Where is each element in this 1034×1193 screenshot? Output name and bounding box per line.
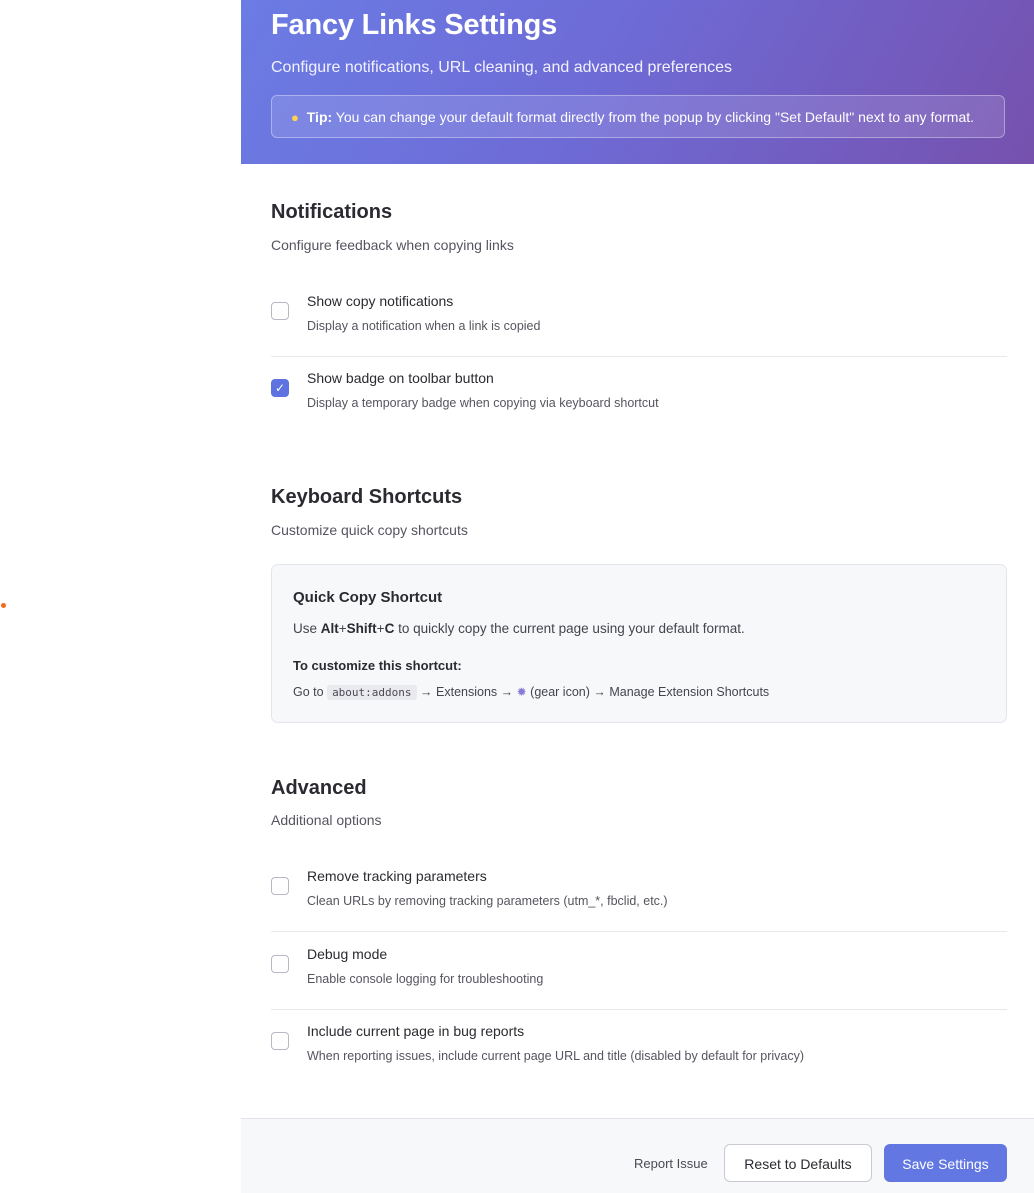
advanced-title: Advanced	[271, 777, 367, 799]
key-alt: Alt	[320, 621, 339, 636]
key-c: C	[384, 621, 395, 636]
option-show-copy-notifications[interactable]: Show copy notifications Display a notifi…	[271, 280, 1007, 357]
customize-title: To customize this shortcut:	[293, 658, 462, 673]
settings-footer: Report Issue Reset to Defaults Save Sett…	[241, 1118, 1034, 1193]
lightbulb-icon: ●	[291, 110, 299, 125]
path-prefix: Go to	[293, 685, 324, 699]
key-plus: +	[376, 621, 385, 636]
option-description: Display a temporary badge when copying v…	[307, 396, 659, 410]
usage-suffix: to quickly copy the current page using y…	[398, 621, 745, 636]
option-description: When reporting issues, include current p…	[307, 1049, 805, 1063]
settings-panel: Fancy Links Settings Configure notificat…	[241, 0, 1034, 1193]
path-step-shortcuts: (gear icon) → Manage Extension Shortcuts	[530, 685, 770, 699]
notifications-description: Configure feedback when copying links	[271, 237, 514, 253]
indicator-dot	[1, 603, 6, 608]
option-description: Enable console logging for troubleshooti…	[307, 972, 544, 986]
shortcuts-title: Keyboard Shortcuts	[271, 486, 463, 508]
option-description: Clean URLs by removing tracking paramete…	[307, 894, 668, 908]
report-issue-link[interactable]: Report Issue	[634, 1156, 708, 1171]
tip-text: You can change your default format direc…	[335, 109, 975, 125]
gear-icon: ✹	[516, 685, 527, 699]
key-plus: +	[338, 621, 347, 636]
show-copy-notifications-checkbox[interactable]	[271, 302, 289, 320]
quick-copy-shortcut-box: Quick Copy Shortcut Use Alt+Shift+C to q…	[271, 564, 1007, 723]
show-badge-checkbox[interactable]: ✓	[271, 379, 289, 397]
path-step-extensions: → Extensions →	[420, 685, 514, 699]
tip-banner: ● Tip: You can change your default forma…	[271, 95, 1005, 138]
about-addons-code: about:addons	[327, 685, 417, 700]
usage-prefix: Use	[293, 621, 318, 636]
save-settings-button[interactable]: Save Settings	[884, 1144, 1007, 1182]
option-label: Remove tracking parameters	[307, 868, 487, 884]
settings-header: Fancy Links Settings Configure notificat…	[241, 0, 1034, 164]
option-show-badge[interactable]: ✓ Show badge on toolbar button Display a…	[271, 357, 1007, 433]
reset-defaults-button[interactable]: Reset to Defaults	[724, 1144, 872, 1182]
shortcuts-description: Customize quick copy shortcuts	[271, 522, 468, 538]
notifications-title: Notifications	[271, 201, 393, 223]
advanced-description: Additional options	[271, 812, 382, 828]
customize-path: Go to about:addons → Extensions → ✹ (gea…	[293, 685, 770, 700]
option-include-page-bug-reports[interactable]: Include current page in bug reports When…	[271, 1010, 1007, 1086]
option-label: Show copy notifications	[307, 293, 454, 309]
options-page: Fancy Links Settings Configure notificat…	[0, 0, 1034, 1193]
remove-tracking-checkbox[interactable]	[271, 877, 289, 895]
option-label: Include current page in bug reports	[307, 1023, 525, 1039]
quick-copy-title: Quick Copy Shortcut	[293, 589, 443, 606]
option-debug-mode[interactable]: Debug mode Enable console logging for tr…	[271, 933, 1007, 1010]
option-label: Debug mode	[307, 946, 388, 962]
page-title: Fancy Links Settings	[271, 9, 558, 41]
quick-copy-usage: Use Alt+Shift+C to quickly copy the curr…	[293, 621, 745, 636]
option-description: Display a notification when a link is co…	[307, 319, 541, 333]
debug-mode-checkbox[interactable]	[271, 955, 289, 973]
option-label: Show badge on toolbar button	[307, 370, 494, 386]
include-page-checkbox[interactable]	[271, 1032, 289, 1050]
tip-label: Tip:	[306, 109, 333, 125]
checkmark-icon: ✓	[274, 381, 286, 395]
page-subtitle: Configure notifications, URL cleaning, a…	[271, 59, 733, 76]
option-remove-tracking[interactable]: Remove tracking parameters Clean URLs by…	[271, 855, 1007, 932]
key-shift: Shift	[346, 621, 377, 636]
